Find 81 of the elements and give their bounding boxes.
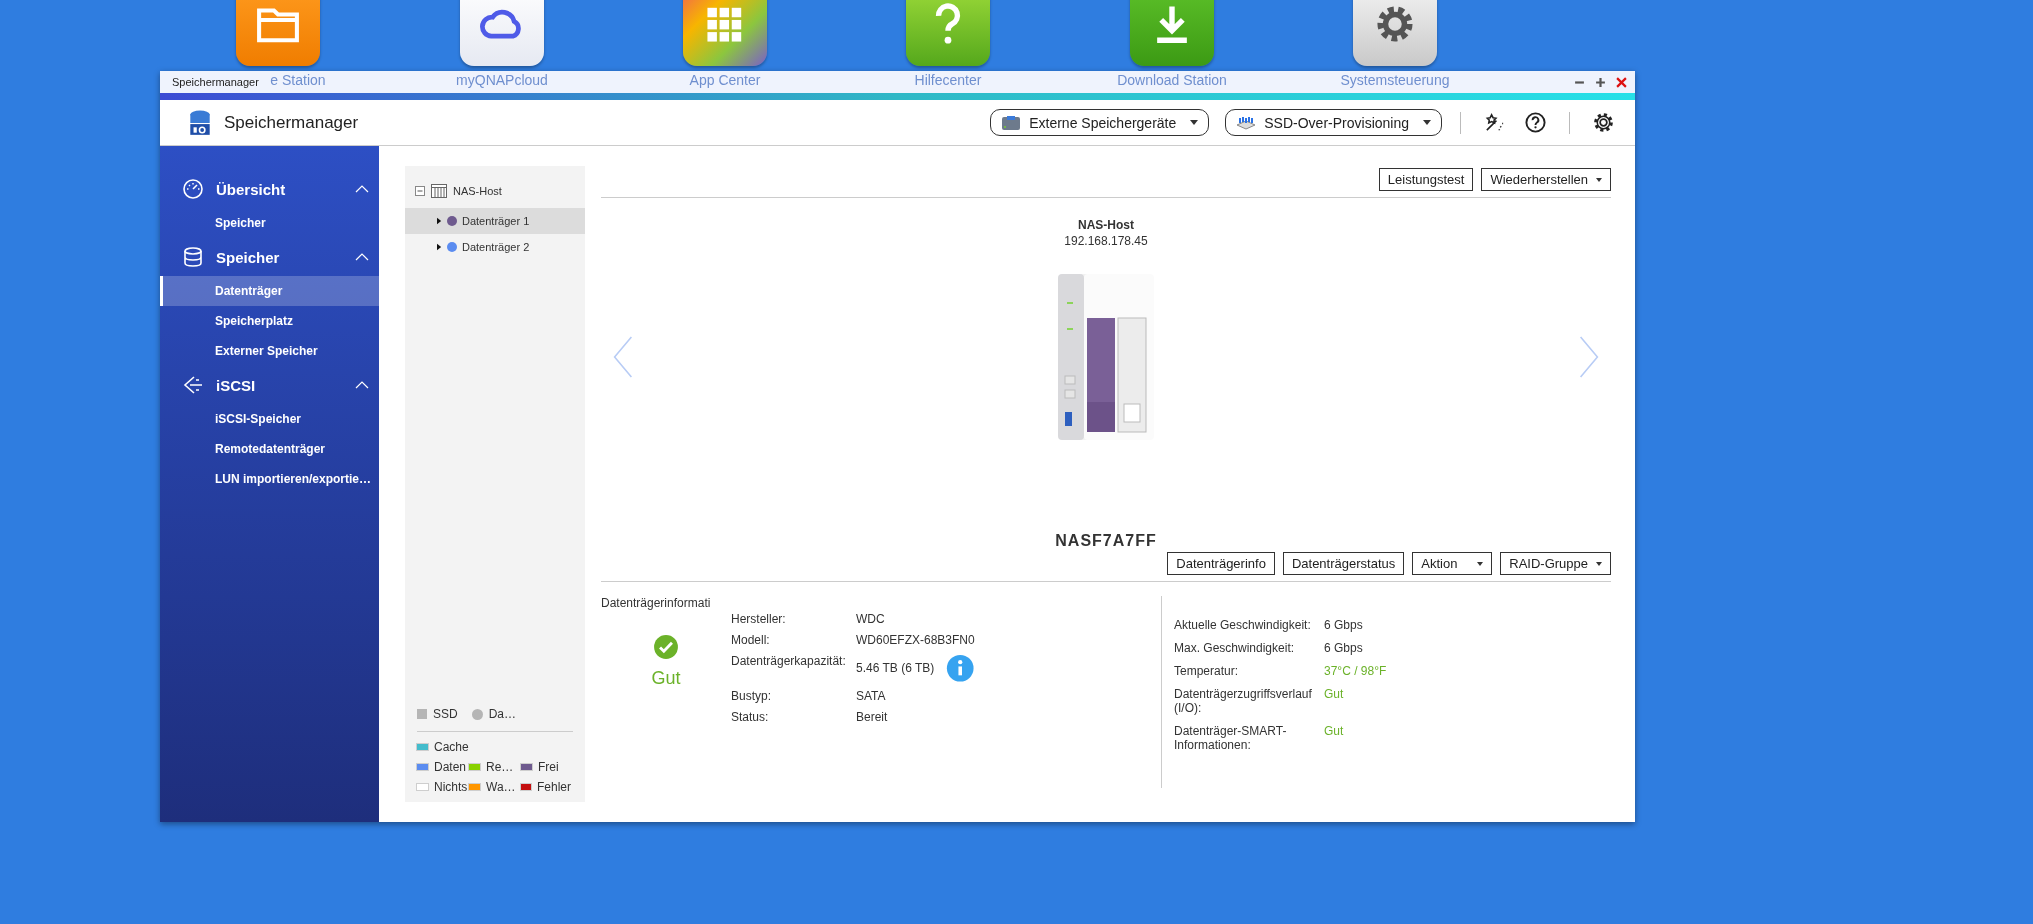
action-button[interactable]: Leistungstest: [1378, 168, 1474, 191]
info-icon[interactable]: [946, 654, 975, 683]
sidebar-item[interactable]: Datenträger: [160, 276, 379, 306]
field-value: 6 Gbps: [1324, 618, 1364, 632]
chevron-icon[interactable]: [355, 253, 369, 261]
field-label: Datenträger-SMART-Informationen:: [1174, 724, 1288, 752]
sidebar-group[interactable]: iSCSI: [160, 366, 379, 404]
cloud-icon[interactable]: [460, 0, 544, 66]
field-label: Hersteller:: [731, 612, 787, 626]
field-label: Bustyp:: [731, 689, 773, 704]
collapse-icon[interactable]: [415, 186, 425, 196]
field-label: Status:: [731, 710, 770, 725]
legend-item: Re…: [469, 760, 521, 774]
field-label: Datenträgerkapazität:: [731, 654, 847, 670]
field-value: SATA: [856, 689, 886, 704]
ip-address: 192.168.178.45: [1064, 234, 1148, 248]
apps-icon[interactable]: [683, 0, 767, 66]
legend-item: Frei: [521, 760, 571, 774]
check-icon: [653, 634, 679, 660]
chevron-icon[interactable]: [355, 185, 369, 193]
field-label: Datenträgerzugriffsverlauf (I/O):: [1174, 687, 1313, 715]
model-name: NASF7A7FF: [1055, 532, 1157, 550]
tree-node[interactable]: Datenträger 1: [405, 208, 585, 234]
field-value: Gut: [1324, 687, 1345, 703]
expand-arrow-icon[interactable]: [437, 243, 442, 251]
action-button[interactable]: Wiederherstellen: [1481, 168, 1611, 191]
ssd-icon: [1236, 114, 1257, 131]
magic-wand-icon[interactable]: [1483, 111, 1506, 134]
action-button[interactable]: Datenträgerstatus: [1282, 552, 1405, 575]
action-button[interactable]: Aktion: [1412, 552, 1493, 575]
maximize-icon[interactable]: [1595, 76, 1606, 88]
app-title: Speichermanager: [224, 112, 359, 133]
field-label: Aktuelle Geschwindigkeit:: [1174, 618, 1312, 632]
diamond-arrow-icon: [182, 374, 204, 396]
legend-item: Fehler: [521, 780, 571, 794]
legend-item: Da…: [471, 707, 517, 721]
download-icon[interactable]: [1130, 0, 1214, 66]
toolbar-dropdown[interactable]: Externe Speichergeräte: [990, 109, 1210, 136]
close-icon[interactable]: [1616, 76, 1627, 88]
field-value: WD60EFZX-68B3FN0: [856, 633, 975, 647]
field-value: 37°C / 98°F: [1324, 664, 1387, 678]
device-name: NAS-Host: [1078, 218, 1134, 232]
sidebar-item[interactable]: Remotedatenträger: [160, 434, 379, 464]
sidebar-item[interactable]: Externer Speicher: [160, 336, 379, 366]
server-icon: [431, 184, 447, 198]
settings-icon[interactable]: [1353, 0, 1437, 66]
field-label: Max. Geschwindigkeit:: [1174, 641, 1296, 655]
toolbar-dropdown[interactable]: SSD-Over-Provisioning: [1225, 109, 1442, 136]
health-status: Gut: [651, 668, 681, 689]
legend-item: SSD: [417, 707, 458, 721]
sidebar-item[interactable]: iSCSI-Speicher: [160, 404, 379, 434]
section-title: Datenträgerinformati: [601, 596, 712, 610]
action-button[interactable]: Datenträgerinfo: [1167, 552, 1275, 575]
tree-node[interactable]: NAS-Host: [453, 185, 502, 197]
action-button[interactable]: RAID-Gruppe: [1500, 552, 1611, 575]
field-label: Temperatur:: [1174, 664, 1240, 678]
chevron-icon[interactable]: [355, 381, 369, 389]
field-value: Gut: [1324, 724, 1345, 740]
legend-item: Nichts: [417, 780, 469, 794]
folder-icon[interactable]: [236, 0, 320, 66]
window-title: Speichermanager: [172, 76, 259, 88]
sidebar-group[interactable]: Speicher: [160, 238, 379, 276]
legend-item: Daten: [417, 760, 469, 774]
field-value: Bereit: [856, 710, 888, 725]
field-value: 6 Gbps: [1324, 641, 1364, 655]
field-label: Modell:: [731, 633, 771, 647]
settings-icon[interactable]: [1592, 111, 1615, 134]
field-value: 5.46 TB (6 TB): [856, 661, 935, 676]
hard-drive-icon: [1001, 114, 1022, 131]
field-value: WDC: [856, 612, 885, 626]
sidebar-group[interactable]: Übersicht: [160, 170, 379, 208]
sidebar-item[interactable]: Speicher: [160, 208, 379, 238]
legend-item: Cache: [417, 740, 571, 754]
legend-item: Wa…: [469, 780, 521, 794]
help-icon[interactable]: [1524, 111, 1547, 134]
database-icon: [182, 246, 204, 268]
sidebar-item[interactable]: LUN importieren/exportie…: [160, 464, 379, 494]
sidebar-item[interactable]: Speicherplatz: [160, 306, 379, 336]
expand-arrow-icon[interactable]: [437, 217, 442, 225]
tree-node[interactable]: Datenträger 2: [405, 234, 585, 260]
gauge-icon: [182, 178, 204, 200]
